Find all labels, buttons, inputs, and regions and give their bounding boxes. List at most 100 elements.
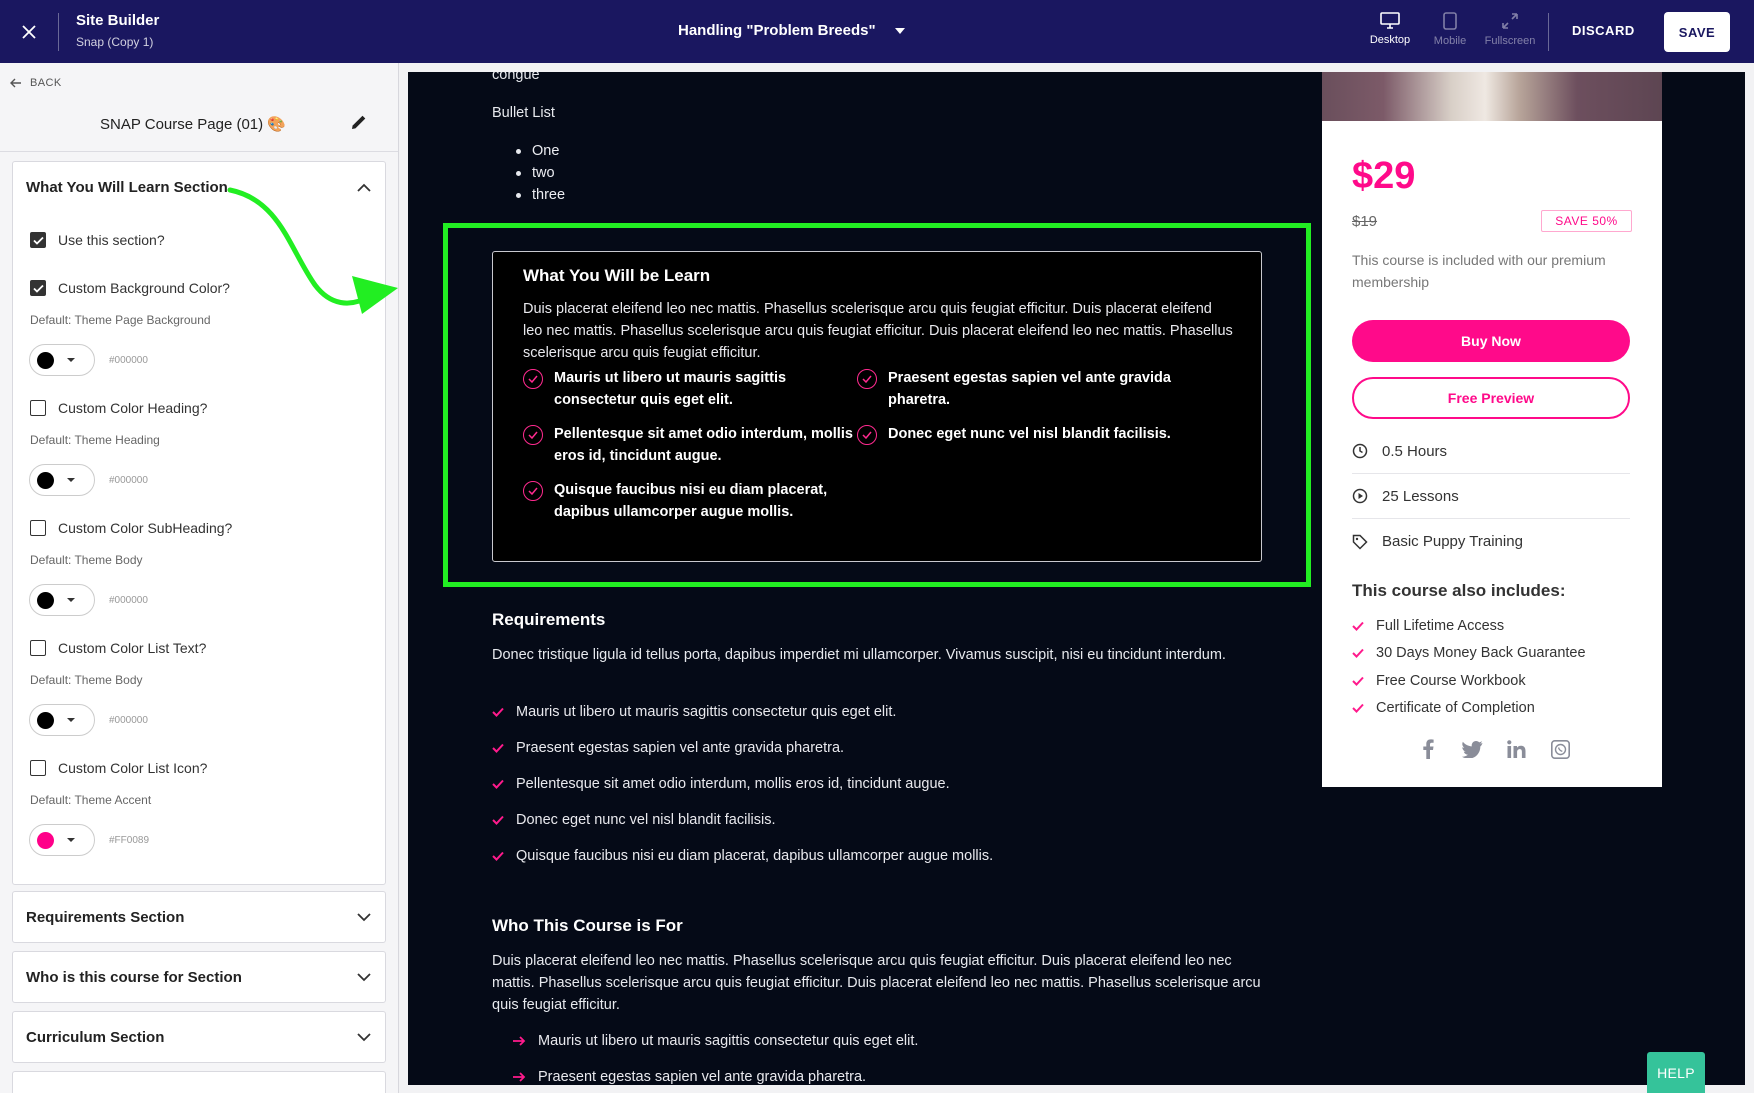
course-thumbnail — [1322, 72, 1662, 121]
custom-list-icon-color-checkbox[interactable]: Custom Color List Icon? — [30, 760, 207, 776]
include-item: Free Course Workbook — [1352, 673, 1526, 689]
requirements-panel[interactable]: Requirements Section — [12, 891, 386, 943]
close-button[interactable] — [14, 18, 44, 46]
discard-button[interactable]: DISCARD — [1572, 23, 1635, 38]
list-icon-color-picker[interactable] — [29, 824, 95, 856]
learn-item-text: Quisque faucibus nisi eu diam placerat, … — [554, 482, 828, 520]
bullet-list: One two three — [515, 140, 565, 206]
checkbox[interactable] — [30, 280, 46, 296]
facebook-icon — [1423, 739, 1434, 759]
who-is-this-course-for-panel[interactable]: Who is this course for Section — [12, 951, 386, 1003]
bullet-list-label: Bullet List — [492, 105, 555, 121]
color-swatch — [37, 831, 54, 849]
use-section-checkbox[interactable]: Use this section? — [30, 232, 165, 248]
requirement-text: Pellentesque sit amet odio interdum, mol… — [516, 776, 950, 792]
next-section-panel[interactable] — [12, 1071, 386, 1093]
learn-item-text: Mauris ut libero ut mauris sagittis cons… — [554, 370, 787, 408]
site-name: Snap (Copy 1) — [76, 35, 154, 49]
checkbox[interactable] — [30, 232, 46, 248]
price: $29 — [1352, 155, 1416, 197]
what-you-will-learn-section[interactable]: What You Will be Learn Duis placerat ele… — [492, 251, 1262, 562]
edit-page-button[interactable] — [350, 113, 368, 136]
caret-down-icon — [67, 478, 75, 482]
color-hex: #000000 — [109, 595, 148, 606]
arrow-right-icon — [513, 1072, 526, 1082]
color-swatch — [37, 711, 54, 729]
checkbox[interactable] — [30, 400, 46, 416]
social-share — [1417, 738, 1571, 760]
checkbox[interactable] — [30, 520, 46, 536]
requirement-item: Quisque faucibus nisi eu diam placerat, … — [492, 845, 993, 867]
list-text-color-picker[interactable] — [29, 704, 95, 736]
checkbox[interactable] — [30, 640, 46, 656]
requirement-item: Pellentesque sit amet odio interdum, mol… — [492, 773, 950, 795]
divider — [1548, 13, 1549, 51]
check-circle-icon — [523, 481, 543, 501]
chevron-down-icon — [357, 1032, 371, 1041]
option-label: Custom Color List Text? — [58, 640, 207, 656]
custom-subheading-color-checkbox[interactable]: Custom Color SubHeading? — [30, 520, 232, 536]
panel-header[interactable]: Requirements Section — [13, 892, 385, 942]
requirement-item: Donec eget nunc vel nisl blandit facilis… — [492, 809, 776, 831]
caret-down-icon — [67, 358, 75, 362]
facebook-share[interactable] — [1417, 738, 1439, 760]
divider — [58, 13, 59, 51]
learn-item-text: Donec eget nunc vel nisl blandit facilis… — [888, 426, 1171, 442]
custom-list-text-color-checkbox[interactable]: Custom Color List Text? — [30, 640, 206, 656]
arrow-left-icon — [10, 78, 21, 88]
audience-text: Mauris ut libero ut mauris sagittis cons… — [538, 1033, 919, 1049]
subheading-color-picker[interactable] — [29, 584, 95, 616]
view-fullscreen[interactable]: Fullscreen — [1480, 12, 1540, 47]
audience-text: Praesent egestas sapien vel ante gravida… — [538, 1069, 867, 1085]
list-item: One — [515, 140, 565, 162]
check-icon — [492, 815, 504, 825]
panel-header[interactable]: Who is this course for Section — [13, 952, 385, 1002]
color-hex: #000000 — [109, 475, 148, 486]
check-icon — [1352, 648, 1364, 658]
include-text: Full Lifetime Access — [1376, 618, 1505, 634]
option-label: Use this section? — [58, 232, 165, 248]
panel-title: Curriculum Section — [26, 1028, 165, 1046]
caret-down-icon — [67, 598, 75, 602]
view-mobile[interactable]: Mobile — [1420, 12, 1480, 47]
checkbox[interactable] — [30, 760, 46, 776]
back-button[interactable]: BACK — [10, 77, 62, 89]
buy-now-button[interactable]: Buy Now — [1352, 320, 1630, 362]
option-default-hint: Default: Theme Page Background — [30, 313, 211, 327]
panel-title: Requirements Section — [26, 908, 185, 926]
panel-header[interactable]: Curriculum Section — [13, 1012, 385, 1062]
learn-item-text: Pellentesque sit amet odio interdum, mol… — [554, 426, 853, 464]
help-button[interactable]: HELP — [1647, 1052, 1705, 1093]
save-button[interactable]: SAVE — [1664, 12, 1730, 52]
custom-heading-color-checkbox[interactable]: Custom Color Heading? — [30, 400, 207, 416]
twitter-share[interactable] — [1461, 738, 1483, 760]
whatsapp-share[interactable] — [1549, 738, 1571, 760]
requirement-text: Donec eget nunc vel nisl blandit facilis… — [516, 812, 776, 828]
linkedin-share[interactable] — [1505, 738, 1527, 760]
option-label: Custom Color SubHeading? — [58, 520, 233, 536]
paragraph-tail: congue — [492, 72, 540, 83]
page-selector[interactable]: Handling "Problem Breeds" — [678, 22, 906, 39]
panel-title: What You Will Learn Section — [26, 178, 228, 196]
original-price: $19 — [1352, 213, 1378, 230]
requirement-text: Mauris ut libero ut mauris sagittis cons… — [516, 704, 897, 720]
learn-item: Donec eget nunc vel nisl blandit facilis… — [857, 423, 1197, 445]
bg-color-picker[interactable] — [29, 344, 95, 376]
lessons-text: 25 Lessons — [1382, 487, 1459, 505]
heading-color-picker[interactable] — [29, 464, 95, 496]
custom-bg-color-checkbox[interactable]: Custom Background Color? — [30, 280, 230, 296]
view-desktop[interactable]: Desktop — [1360, 12, 1420, 47]
check-icon — [492, 779, 504, 789]
color-hex: #FF0089 — [109, 835, 150, 846]
section-title: What You Will be Learn — [523, 266, 711, 285]
color-swatch — [37, 591, 54, 609]
arrow-right-icon — [513, 1036, 526, 1046]
learn-item: Quisque faucibus nisi eu diam placerat, … — [523, 479, 863, 523]
fullscreen-icon — [1502, 13, 1518, 29]
pencil-icon — [352, 115, 366, 129]
free-preview-button[interactable]: Free Preview — [1352, 377, 1630, 419]
curriculum-panel[interactable]: Curriculum Section — [12, 1011, 386, 1063]
learn-item: Praesent egestas sapien vel ante gravida… — [857, 367, 1197, 411]
page-name: Handling "Problem Breeds" — [678, 22, 876, 39]
learn-item-text: Praesent egestas sapien vel ante gravida… — [888, 370, 1171, 408]
